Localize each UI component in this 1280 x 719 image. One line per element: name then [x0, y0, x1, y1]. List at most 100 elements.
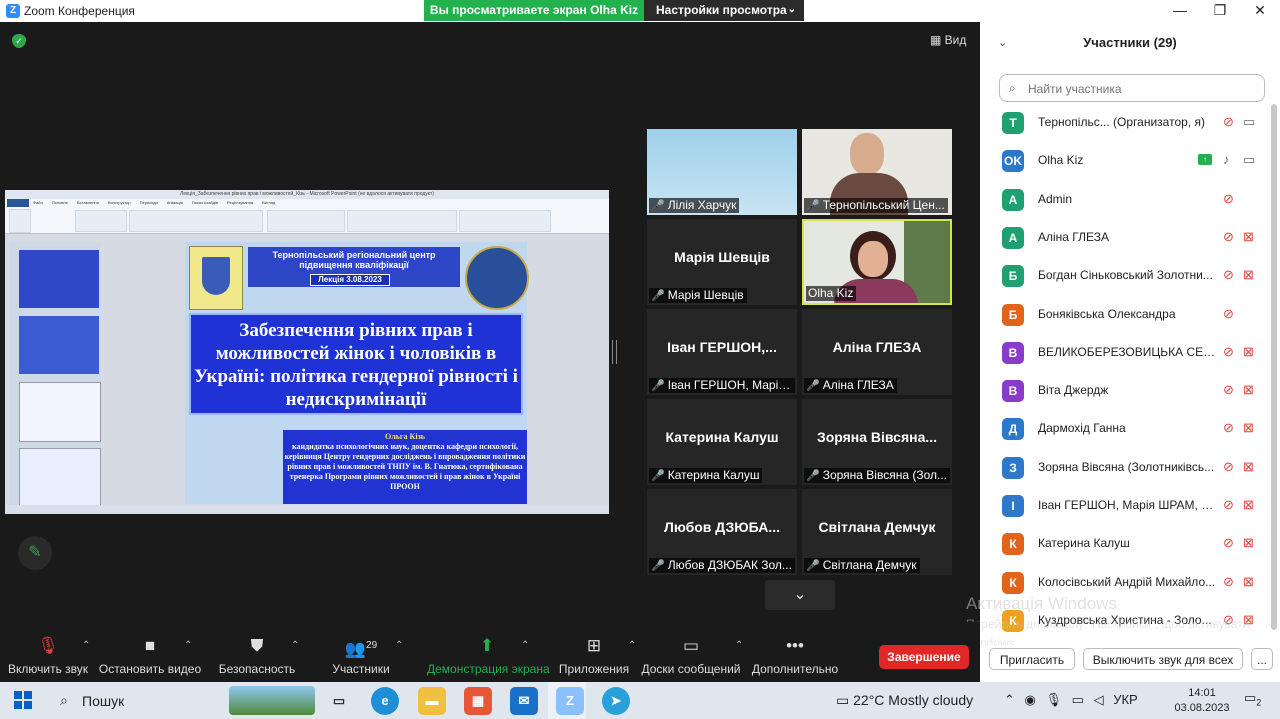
telegram-icon[interactable]: ➤ [602, 687, 630, 715]
task-view-icon[interactable]: ▭ [325, 687, 353, 715]
microphone-icon[interactable]: 🎙 [1046, 692, 1063, 707]
participant-row[interactable]: A Admin ⊘ [990, 181, 1272, 219]
clock[interactable]: 14:01 03.08.2023 [1172, 686, 1232, 716]
participant-row[interactable]: Б Боняківська Олександра ⊘ [990, 296, 1272, 334]
video-off-icon[interactable]: ⊠ [1243, 382, 1254, 398]
webcam-icon[interactable]: ◉ [1025, 692, 1036, 707]
weather-widget[interactable]: ▭ 22°C Mostly cloudy [836, 692, 973, 709]
video-tile[interactable]: Любов ДЗЮБА... 🎤 Любов ДЗЮБАК Зол... [647, 489, 797, 575]
close-icon[interactable]: ✕ [1240, 2, 1280, 19]
annotate-pencil-icon[interactable]: ✎ [18, 536, 52, 570]
video-off-icon[interactable]: ⊠ [1243, 229, 1254, 245]
invite-button[interactable]: Пригласить [989, 648, 1075, 670]
participant-row[interactable]: T Тернопільс... (Организатор, я) ⊘ ▭ [990, 104, 1272, 142]
video-tile[interactable]: Світлана Демчук 🎤 Світлана Демчук [802, 489, 952, 575]
mic-muted-icon: 🎤 [806, 560, 820, 572]
mic-muted-icon[interactable]: ⊘ [1223, 535, 1234, 551]
slide-thumbnail[interactable] [19, 316, 99, 374]
slide-thumbnail[interactable] [19, 382, 101, 442]
mic-muted-icon[interactable]: ⊘ [1223, 497, 1234, 513]
participant-list-scrollbar[interactable] [1271, 104, 1277, 630]
participant-row[interactable]: В Віта Джердж ⊘ ⊠ [990, 372, 1272, 410]
mute-all-button[interactable]: Выключить звук для всех [1083, 648, 1243, 670]
participant-row[interactable]: Б Богдан Сіньковський Золотни... ⊘ ⊠ [990, 257, 1272, 295]
slide-thumbnail[interactable] [19, 250, 99, 308]
chevron-down-icon[interactable]: ⌄ [998, 36, 1007, 49]
mic-muted-icon[interactable]: ⊘ [1223, 306, 1234, 322]
chevron-down-icon[interactable]: ⌄ [765, 580, 835, 610]
video-off-icon[interactable]: ⊠ [1243, 344, 1254, 360]
participant-row[interactable]: К Катерина Калуш ⊘ ⊠ [990, 525, 1272, 563]
chevron-up-icon[interactable]: ⌃ [184, 640, 192, 651]
participant-row[interactable]: Д Дармохід Ганна ⊘ ⊠ [990, 410, 1272, 448]
video-icon[interactable]: ▭ [1243, 152, 1255, 168]
toolbar-button[interactable]: ▭ Доски сообщений [631, 634, 751, 676]
video-tile[interactable]: 🎤 Лілія Харчук [647, 129, 797, 215]
mic-muted-icon[interactable]: ⊘ [1223, 382, 1234, 398]
video-tile[interactable]: 🎤 Тернопільський Цен... [802, 129, 952, 215]
participant-row[interactable]: В ВЕЛИКОБЕРЕЗОВИЦЬКА СЕЛИЩ... ⊘ ⊠ [990, 334, 1272, 372]
video-off-icon[interactable]: ⊠ [1243, 267, 1254, 283]
chevron-up-icon[interactable]: ⌃ [521, 640, 529, 651]
video-tile[interactable]: Зоряна Вівсяна... 🎤 Зоряна Вівсяна (Зол... [802, 399, 952, 485]
mic-muted-icon[interactable]: ⊘ [1223, 459, 1234, 475]
mail-icon[interactable]: ✉ [510, 687, 538, 715]
shared-screen[interactable]: Лекція_Забезпечення рівних прав і можлив… [5, 190, 609, 514]
chevron-up-icon[interactable]: ⌃ [395, 640, 403, 651]
maximize-icon[interactable]: ❐ [1200, 2, 1240, 19]
video-off-icon[interactable]: ⊠ [1243, 574, 1254, 590]
edge-browser-icon[interactable]: e [371, 687, 399, 715]
video-off-icon[interactable]: ⊠ [1243, 420, 1254, 436]
participant-row[interactable]: A Аліна ГЛЕЗА ⊘ ⊠ [990, 219, 1272, 257]
mic-muted-icon[interactable]: ⊘ [1223, 229, 1234, 245]
windows-taskbar: ⌕ Пошук ▭ e ▬ ▦ ✉ Z ➤ ▭ 22°C Mostly clou… [0, 682, 1280, 719]
mic-muted-icon[interactable]: ⊘ [1223, 574, 1234, 590]
volume-icon[interactable]: ◁ [1094, 692, 1104, 707]
video-off-icon[interactable]: ⊠ [1243, 497, 1254, 513]
panel-resize-handle[interactable] [612, 340, 617, 364]
video-icon[interactable]: ▭ [1243, 114, 1255, 130]
video-off-icon[interactable]: ⊠ [1243, 459, 1254, 475]
participant-row[interactable]: OK Olha Kiz ↑ ♪ ▭ [990, 142, 1272, 180]
windows-activation-note: Перейдіть до розділу "Настройки", щоб ак… [966, 617, 1250, 645]
network-icon[interactable]: ▭ [1072, 692, 1084, 707]
notifications-icon[interactable]: ▭2 [1244, 690, 1261, 708]
tile-name-label: 🎤Olha Kiz [806, 286, 857, 301]
slide-thumbnail[interactable] [19, 448, 101, 508]
view-button[interactable]: ▦ Вид [930, 33, 966, 47]
windows-start-icon[interactable] [14, 691, 32, 709]
participant-search[interactable]: ⌕ [999, 74, 1265, 102]
mic-icon[interactable]: ♪ [1223, 152, 1230, 167]
slide-lecture-date: Лекція 3.08.2023 [310, 274, 390, 286]
minimize-icon[interactable]: — [1160, 2, 1200, 18]
tile-name-text: Марія Шевців [667, 288, 744, 302]
video-tile[interactable]: Аліна ГЛЕЗА 🎤 Аліна ГЛЕЗА [802, 309, 952, 395]
search-input[interactable] [1026, 79, 1260, 99]
ppt-status-bar [5, 505, 609, 514]
mic-muted-icon[interactable]: ⊘ [1223, 344, 1234, 360]
store-icon[interactable]: ▦ [464, 687, 492, 715]
participant-row[interactable]: З Зоряна Вівсяна (Золотниківсь... ⊘ ⊠ [990, 449, 1272, 487]
view-settings-button[interactable]: Настройки просмотра ⌄ [644, 0, 804, 21]
chevron-up-icon[interactable]: ⌃ [291, 640, 299, 651]
toolbar-button[interactable]: ••• Дополнительно [735, 634, 855, 676]
video-tile[interactable]: Іван ГЕРШОН,... 🎤 Іван ГЕРШОН, Марія... [647, 309, 797, 395]
language-indicator[interactable]: УКР [1113, 692, 1138, 707]
more-options-button[interactable]: ... [1251, 648, 1273, 670]
video-off-icon[interactable]: ⊠ [1243, 535, 1254, 551]
mic-muted-icon[interactable]: ⊘ [1223, 267, 1234, 283]
file-explorer-icon[interactable]: ▬ [418, 687, 446, 715]
tile-display-name: Світлана Демчук [818, 519, 936, 535]
participant-row[interactable]: І Іван ГЕРШОН, Марія ШРАМ, З... ⊘ ⊠ [990, 487, 1272, 525]
mic-muted-icon[interactable]: ⊘ [1223, 191, 1234, 207]
mic-muted-icon[interactable]: ⊘ [1223, 114, 1234, 130]
video-tile[interactable]: Катерина Калуш 🎤 Катерина Калуш [647, 399, 797, 485]
tile-name-text: Тернопільський Цен... [822, 198, 945, 212]
video-tile[interactable]: Марія Шевців 🎤 Марія Шевців [647, 219, 797, 305]
mic-muted-icon[interactable]: ⊘ [1223, 420, 1234, 436]
chevron-up-icon[interactable]: ⌃ [1004, 692, 1015, 707]
end-meeting-button[interactable]: Завершение [879, 645, 969, 669]
taskbar-search[interactable]: ⌕ Пошук [54, 682, 319, 719]
tile-name-text: Аліна ГЛЕЗА [822, 378, 894, 392]
video-tile[interactable]: 🎤Olha Kiz [802, 219, 952, 305]
